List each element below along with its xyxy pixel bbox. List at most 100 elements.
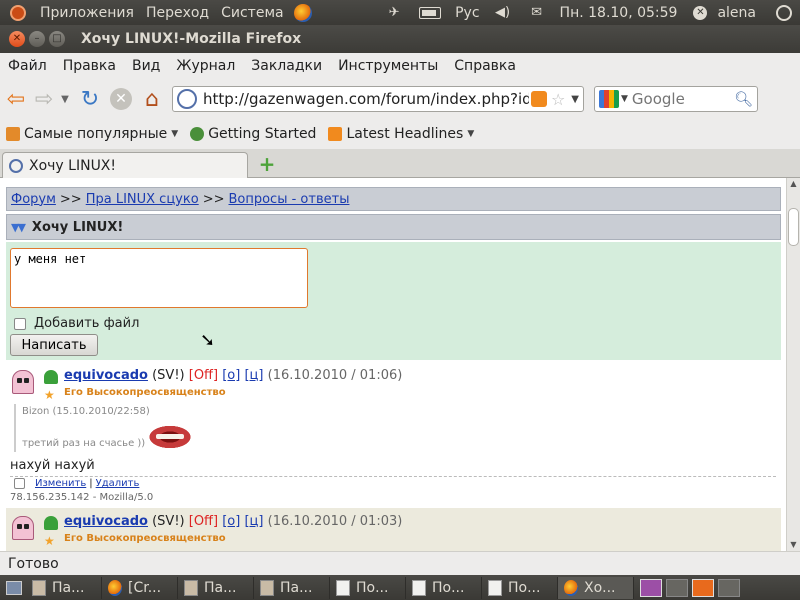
workspace-switcher-2[interactable] — [666, 578, 688, 597]
workspace-switcher-1[interactable] — [640, 578, 662, 597]
show-desktop-icon[interactable] — [6, 580, 22, 595]
taskbar-item-active[interactable]: Хо... — [558, 576, 634, 599]
menu-history[interactable]: Журнал — [168, 58, 243, 74]
bookmark-latest-headlines[interactable]: Latest Headlines ▼ — [328, 126, 474, 142]
attach-file-option[interactable]: Добавить файл — [14, 316, 139, 331]
keyboard-layout-indicator[interactable]: Рус — [449, 5, 485, 21]
quote-link[interactable]: [ц] — [244, 514, 263, 529]
bookmark-getting-started[interactable]: Getting Started — [190, 126, 316, 142]
attach-file-checkbox[interactable] — [14, 317, 26, 330]
workspace-switcher-3[interactable] — [692, 578, 714, 597]
search-input[interactable] — [631, 90, 734, 108]
reply-textarea[interactable]: у меня нет — [10, 248, 308, 308]
bookmark-folder-icon — [6, 127, 20, 141]
post-author[interactable]: equivocado — [64, 514, 148, 529]
mouse-pointer-icon: ➘ — [200, 330, 216, 351]
back-arrow-icon[interactable]: ⇦ — [2, 85, 30, 113]
window-maximize-button[interactable]: □ — [49, 31, 65, 47]
breadcrumb-sep: >> — [202, 191, 225, 207]
volume-icon[interactable]: ◀) — [494, 5, 512, 21]
url-text[interactable]: http://gazenwagen.com/forum/index.php?id… — [203, 90, 529, 108]
user-status-icon[interactable]: ✕ — [693, 5, 708, 20]
delete-link[interactable]: Удалить — [96, 478, 140, 489]
reload-icon[interactable]: ↻ — [76, 85, 104, 113]
taskbar-item-label: Па... — [280, 579, 313, 596]
tab-strip: Хочу LINUX! + — [0, 149, 800, 179]
taskbar-item-label: По... — [508, 579, 541, 596]
bookmark-star-icon[interactable]: ☆ — [551, 90, 565, 109]
bookmarks-toolbar: Самые популярные ▼ Getting Started Lates… — [0, 119, 800, 149]
menu-view[interactable]: Вид — [124, 58, 168, 74]
taskbar-item[interactable]: По... — [406, 576, 482, 599]
ubuntu-logo-icon[interactable] — [10, 4, 26, 21]
menu-bar: Файл Правка Вид Журнал Закладки Инструме… — [0, 53, 800, 79]
menu-places[interactable]: Переход — [140, 5, 215, 21]
scroll-thumb[interactable] — [788, 208, 799, 246]
post-author[interactable]: equivocado — [64, 368, 148, 383]
breadcrumb-forum[interactable]: Форум — [11, 192, 56, 207]
post-date: (16.10.2010 / 01:03) — [267, 514, 403, 529]
taskbar-item-label: Па... — [52, 579, 85, 596]
mail-icon[interactable]: ✉ — [528, 5, 546, 21]
forward-arrow-icon[interactable]: ⇨ — [30, 85, 58, 113]
site-identity-icon[interactable] — [177, 89, 197, 109]
scroll-down-icon[interactable]: ▼ — [787, 539, 800, 551]
forum-post: ★ equivocado (SV!) [Off] [о] [ц] (16.10.… — [6, 508, 781, 551]
firefox-page-icon — [190, 127, 205, 141]
history-dropdown-icon[interactable]: ▼ — [58, 85, 72, 113]
search-icon[interactable]: 🔍︎ — [734, 90, 753, 108]
post-select-checkbox[interactable] — [14, 478, 25, 489]
breadcrumb-section[interactable]: Пра LINUX сцуко — [86, 192, 199, 207]
actions-sep: | — [89, 478, 93, 489]
menu-applications[interactable]: Приложения — [34, 5, 140, 21]
window-close-button[interactable]: ✕ — [9, 31, 25, 47]
taskbar-item[interactable]: По... — [482, 576, 558, 599]
quote-link[interactable]: [ц] — [244, 368, 263, 383]
taskbar-item[interactable]: Па... — [26, 576, 102, 599]
taskbar-item[interactable]: Па... — [254, 576, 330, 599]
firefox-icon — [564, 579, 578, 596]
google-engine-icon[interactable] — [599, 90, 619, 108]
user-name[interactable]: alena — [713, 5, 762, 21]
engine-dropdown-icon[interactable]: ▼ — [621, 94, 628, 104]
search-bar[interactable]: ▼ 🔍︎ — [594, 86, 758, 112]
battery-icon[interactable] — [419, 6, 442, 19]
network-disconnected-icon[interactable]: ✈ — [385, 5, 403, 21]
status-text: Готово — [8, 555, 59, 572]
user-rank: Его Высокопреосвященство — [64, 387, 226, 398]
workspace-switcher-4[interactable] — [718, 578, 740, 597]
power-icon[interactable] — [776, 4, 792, 21]
tab-current[interactable]: Хочу LINUX! — [2, 152, 248, 179]
menu-file[interactable]: Файл — [0, 58, 55, 74]
url-dropdown-icon[interactable]: ▼ — [571, 94, 579, 105]
menu-tools[interactable]: Инструменты — [330, 58, 446, 74]
rss-feed-icon[interactable] — [530, 91, 547, 107]
url-bar[interactable]: http://gazenwagen.com/forum/index.php?id… — [172, 86, 584, 112]
taskbar-item-label: Па... — [204, 579, 237, 596]
menu-edit[interactable]: Правка — [55, 58, 124, 74]
taskbar-item-label: По... — [356, 579, 389, 596]
menu-system[interactable]: Система — [215, 5, 289, 21]
new-tab-plus-icon[interactable]: + — [258, 154, 276, 174]
firefox-launcher-icon[interactable] — [293, 3, 312, 22]
edit-link[interactable]: Изменить — [35, 478, 86, 489]
profile-link[interactable]: [о] — [222, 368, 240, 383]
breadcrumb-subsection[interactable]: Вопросы - ответы — [228, 192, 349, 207]
menu-help[interactable]: Справка — [446, 58, 524, 74]
window-titlebar[interactable]: ✕ – □ Хочу LINUX!-Mozilla Firefox — [0, 25, 800, 53]
quote-text: третий раз на счасье )) — [22, 438, 146, 449]
window-minimize-button[interactable]: – — [29, 31, 45, 47]
menu-bookmarks[interactable]: Закладки — [243, 58, 330, 74]
home-icon[interactable]: ⌂ — [138, 85, 166, 113]
post-actions: Изменить | Удалить — [14, 478, 139, 489]
taskbar-item[interactable]: По... — [330, 576, 406, 599]
bookmark-most-visited[interactable]: Самые популярные ▼ — [6, 126, 178, 142]
page-scrollbar[interactable]: ▲ ▼ — [786, 178, 800, 551]
taskbar-item[interactable]: [Cr... — [102, 576, 178, 599]
taskbar-item[interactable]: Па... — [178, 576, 254, 599]
scroll-up-icon[interactable]: ▲ — [787, 178, 800, 190]
submit-button[interactable]: Написать — [10, 334, 98, 356]
stop-icon[interactable]: ✕ — [110, 88, 132, 110]
clock[interactable]: Пн. 18.10, 05:59 — [554, 5, 684, 21]
profile-link[interactable]: [о] — [222, 514, 240, 529]
